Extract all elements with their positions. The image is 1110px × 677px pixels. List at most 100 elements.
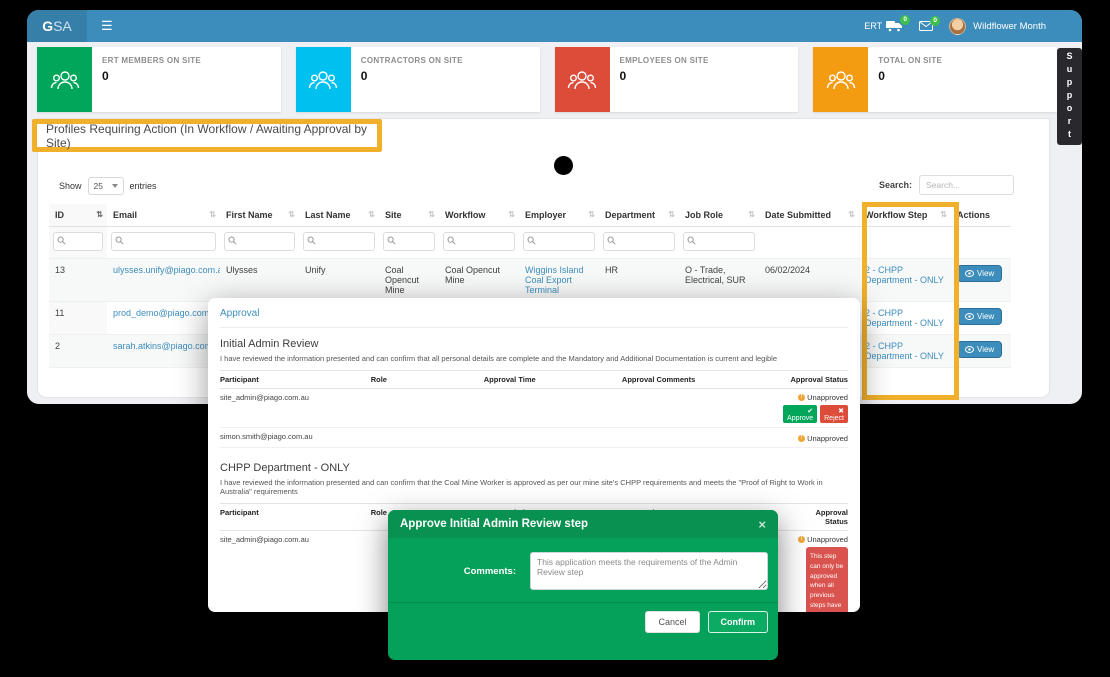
col-header-id[interactable]: ID⇅ <box>49 204 107 227</box>
table-filter-row <box>49 227 1011 259</box>
sort-icon[interactable]: ⇅ <box>209 210 216 219</box>
click-indicator-dot <box>554 156 573 175</box>
col-header-workflow-step[interactable]: Workflow Step⇅ <box>859 204 951 227</box>
col-header-last-name[interactable]: Last Name⇅ <box>299 204 379 227</box>
view-button[interactable]: View <box>957 341 1002 358</box>
status-badge: !Unapproved <box>798 434 848 443</box>
stat-label: TOTAL ON SITE <box>878 56 942 65</box>
stat-cards-row: ERT MEMBERS ON SITE 0 CONTRACTORS ON SIT… <box>37 47 1057 112</box>
show-label: Show <box>59 181 82 191</box>
logo-rest: SA <box>53 18 72 34</box>
search-input[interactable] <box>919 175 1014 195</box>
stat-label: EMPLOYEES ON SITE <box>620 56 709 65</box>
workflow-step-link[interactable]: 2 - CHPP Department - ONLY <box>865 308 944 328</box>
user-menu[interactable]: Wildflower Month <box>949 18 1046 35</box>
participant-email: site_admin@piago.com.au <box>220 393 371 402</box>
col-header-department[interactable]: Department⇅ <box>599 204 679 227</box>
workflow-step-link[interactable]: 2 - CHPP Department - ONLY <box>865 341 944 361</box>
page-size-select[interactable]: 25 <box>88 177 124 195</box>
approval-modal-title: Approval <box>220 308 848 328</box>
messages-menu[interactable]: 0 <box>919 21 933 31</box>
approve-button[interactable]: ✔ Approve <box>783 405 817 423</box>
step-locked-note: This step can only be approved when all … <box>806 547 848 612</box>
participant-email: simon.smith@piago.com.au <box>220 432 371 441</box>
stat-card-employees: EMPLOYEES ON SITE 0 <box>555 47 799 112</box>
support-tab-label: Support <box>1065 51 1075 142</box>
search-icon <box>387 236 396 245</box>
col-header-employer[interactable]: Employer⇅ <box>519 204 599 227</box>
sort-icon[interactable]: ⇅ <box>588 210 595 219</box>
chevron-down-icon <box>112 184 118 188</box>
stat-value: 0 <box>102 69 201 83</box>
sort-icon[interactable]: ⇅ <box>368 210 375 219</box>
sort-icon[interactable]: ⇅ <box>748 210 755 219</box>
view-button[interactable]: View <box>957 265 1002 282</box>
navbar: GSA ☰ ERT 0 0 <box>27 10 1082 42</box>
col-header-job-role[interactable]: Job Role⇅ <box>679 204 759 227</box>
cell-first-name: Ulysses <box>220 259 299 302</box>
cell-department: HR <box>599 259 679 302</box>
sort-icon[interactable]: ⇅ <box>288 210 295 219</box>
warning-circle-icon: ! <box>798 536 805 543</box>
sort-icon[interactable]: ⇅ <box>848 210 855 219</box>
support-tab[interactable]: Support <box>1057 48 1082 145</box>
section-heading: Initial Admin Review <box>220 338 848 350</box>
search-icon <box>607 236 616 245</box>
employer-link[interactable]: Wiggins Island Coal Export Terminal <box>525 265 584 295</box>
sort-icon[interactable]: ⇅ <box>940 210 947 219</box>
search-icon <box>57 236 66 245</box>
col-header-email[interactable]: Email⇅ <box>107 204 220 227</box>
user-avatar <box>949 18 966 35</box>
close-icon[interactable]: × <box>758 517 766 532</box>
section-heading: CHPP Department - ONLY <box>220 462 848 474</box>
app-logo[interactable]: GSA <box>27 10 87 42</box>
cell-date-submitted: 06/02/2024 <box>759 259 859 302</box>
warning-circle-icon: ! <box>798 394 805 401</box>
cell-site: Coal Opencut Mine <box>379 259 439 302</box>
navbar-right: ERT 0 0 Wildflower Month <box>864 18 1082 35</box>
eye-icon <box>965 270 974 277</box>
sort-icon[interactable]: ⇅ <box>96 210 103 219</box>
table-row: 13 ulysses.unify@piago.com.au Ulysses Un… <box>49 259 1011 302</box>
cell-id: 13 <box>49 259 107 302</box>
search-icon <box>228 236 237 245</box>
email-link[interactable]: sarah.atkins@piago.com.au <box>113 341 220 351</box>
filter-email-input[interactable] <box>111 232 216 251</box>
col-header-workflow[interactable]: Workflow⇅ <box>439 204 519 227</box>
participant-row: simon.smith@piago.com.au !Unapproved <box>220 428 848 448</box>
sort-icon[interactable]: ⇅ <box>428 210 435 219</box>
email-link[interactable]: ulysses.unify@piago.com.au <box>113 265 220 275</box>
section-title: Profiles Requiring Action (In Workflow /… <box>46 122 368 150</box>
reject-button[interactable]: ✖ Reject <box>820 405 848 423</box>
stat-label: CONTRACTORS ON SITE <box>361 56 463 65</box>
col-header-date-submitted[interactable]: Date Submitted⇅ <box>759 204 859 227</box>
table-controls: Show 25 entries Search: <box>59 175 1014 197</box>
section-title-highlight: Profiles Requiring Action (In Workflow /… <box>32 119 382 152</box>
users-icon <box>555 47 610 112</box>
ert-menu[interactable]: ERT 0 <box>864 20 903 32</box>
col-header-site[interactable]: Site⇅ <box>379 204 439 227</box>
sort-icon[interactable]: ⇅ <box>508 210 515 219</box>
email-link[interactable]: prod_demo@piago.com.au <box>113 308 220 318</box>
approval-table-header: Participant Role Approval Time Approval … <box>220 370 848 389</box>
stat-value: 0 <box>361 69 463 83</box>
cancel-button[interactable]: Cancel <box>645 611 699 633</box>
comments-label: Comments: <box>388 566 516 577</box>
search-icon <box>307 236 316 245</box>
sort-icon[interactable]: ⇅ <box>668 210 675 219</box>
workflow-step-link[interactable]: 2 - CHPP Department - ONLY <box>865 265 944 285</box>
view-button[interactable]: View <box>957 308 1002 325</box>
search-icon <box>115 236 124 245</box>
comments-textarea[interactable]: This application meets the requirements … <box>530 552 768 590</box>
confirm-button[interactable]: Confirm <box>708 611 769 633</box>
entries-label: entries <box>130 181 157 191</box>
cell-id: 11 <box>49 302 107 335</box>
col-header-first-name[interactable]: First Name⇅ <box>220 204 299 227</box>
users-icon <box>296 47 351 112</box>
cell-id: 2 <box>49 335 107 368</box>
hamburger-menu-icon[interactable]: ☰ <box>87 18 127 34</box>
eye-icon <box>965 313 974 320</box>
col-header-actions: Actions <box>951 204 1011 227</box>
dialog-header: Approve Initial Admin Review step × <box>388 510 778 538</box>
eye-icon <box>965 346 974 353</box>
